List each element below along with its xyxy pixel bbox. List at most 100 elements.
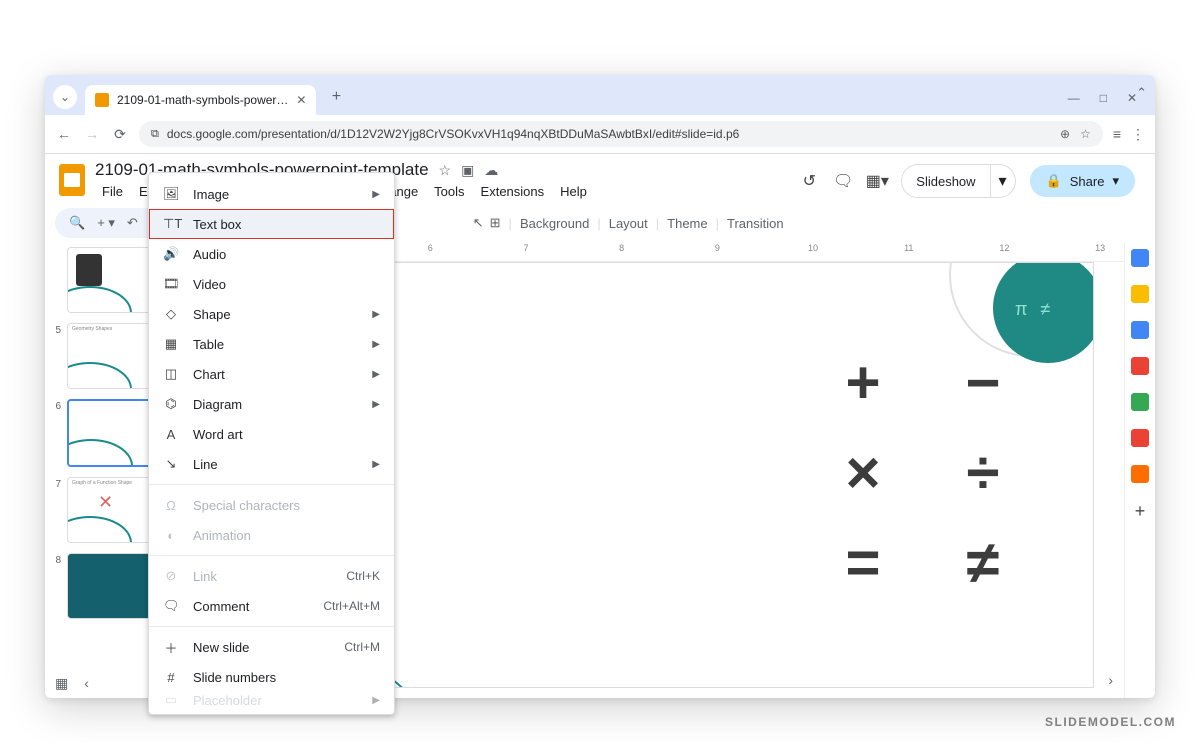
menu-shortcut: Ctrl+M bbox=[344, 640, 380, 654]
submenu-arrow-icon: ▶ bbox=[372, 399, 380, 410]
menu-item-image[interactable]: 🖼Image▶ bbox=[149, 179, 394, 209]
new-tab-button[interactable]: + bbox=[324, 85, 348, 109]
math-symbol[interactable]: − bbox=[965, 353, 1000, 413]
history-icon[interactable]: ↺ bbox=[799, 171, 819, 191]
textbox-tool-icon[interactable]: ⊞ bbox=[490, 215, 501, 231]
math-symbols-grid: + − × ÷ = ≠ bbox=[813, 343, 1033, 603]
comments-icon[interactable]: 🗨 bbox=[833, 171, 853, 191]
sidepanel-app-icon[interactable] bbox=[1131, 285, 1149, 303]
comment-icon: 🗨 bbox=[163, 598, 179, 614]
chart-icon: ◫ bbox=[163, 366, 179, 382]
back-button[interactable]: ← bbox=[55, 126, 73, 142]
math-symbol[interactable]: + bbox=[845, 353, 880, 413]
address-bar[interactable]: ⧉ docs.google.com/presentation/d/1D12V2W… bbox=[139, 121, 1103, 147]
layout-button[interactable]: Layout bbox=[609, 216, 648, 231]
menu-divider bbox=[149, 626, 394, 627]
menu-extensions[interactable]: Extensions bbox=[474, 182, 552, 201]
menu-item-diagram[interactable]: ⌬Diagram▶ bbox=[149, 389, 394, 419]
window-minimize-button[interactable]: — bbox=[1068, 91, 1080, 105]
insert-menu-dropdown[interactable]: ☝ 🖼Image▶⊤TText box🔊Audio🎞Video◇Shape▶▦T… bbox=[148, 172, 395, 715]
lock-icon: 🔒 bbox=[1046, 173, 1062, 189]
slideshow-dropdown[interactable]: ▾ bbox=[990, 165, 1015, 197]
menu-shortcut: Ctrl+K bbox=[346, 569, 380, 583]
menu-item-special-characters: ΩSpecial characters bbox=[149, 490, 394, 520]
menu-item-chart[interactable]: ◫Chart▶ bbox=[149, 359, 394, 389]
math-symbol[interactable]: ≠ bbox=[967, 533, 1000, 593]
tab-close-icon[interactable]: ✕ bbox=[296, 93, 306, 107]
transition-button[interactable]: Transition bbox=[727, 216, 784, 231]
theme-button[interactable]: Theme bbox=[667, 216, 707, 231]
background-button[interactable]: Background bbox=[520, 216, 589, 231]
menu-item-slide-numbers[interactable]: #Slide numbers bbox=[149, 662, 394, 692]
sidepanel-app-icon[interactable]: + bbox=[1135, 501, 1146, 522]
reload-button[interactable]: ⟳ bbox=[111, 126, 129, 143]
audio-icon: 🔊 bbox=[163, 246, 179, 262]
animation-icon: ◐ bbox=[163, 528, 179, 543]
search-menus-icon[interactable]: 🔍 bbox=[69, 215, 85, 231]
move-icon[interactable]: ▣ bbox=[461, 162, 474, 179]
translate-icon[interactable]: ⊕ bbox=[1060, 127, 1070, 141]
menu-item-video[interactable]: 🎞Video bbox=[149, 269, 394, 299]
sidepanel-app-icon[interactable] bbox=[1131, 321, 1149, 339]
menu-item-label: Shape bbox=[193, 307, 231, 322]
menu-tools[interactable]: Tools bbox=[427, 182, 471, 201]
sidepanel-app-icon[interactable] bbox=[1131, 429, 1149, 447]
watermark: SLIDEMODEL.COM bbox=[1045, 715, 1176, 729]
submenu-arrow-icon: ▶ bbox=[372, 189, 380, 200]
slides-logo-icon[interactable] bbox=[59, 164, 85, 196]
link-icon: ⊘ bbox=[163, 568, 179, 584]
menu-item-new-slide[interactable]: ＋New slideCtrl+M bbox=[149, 632, 394, 662]
menu-item-shape[interactable]: ◇Shape▶ bbox=[149, 299, 394, 329]
sidepanel-app-icon[interactable] bbox=[1131, 393, 1149, 411]
forward-button[interactable]: → bbox=[83, 126, 101, 142]
share-button[interactable]: 🔒 Share ▾ bbox=[1030, 165, 1135, 197]
star-icon[interactable]: ☆ bbox=[439, 162, 452, 179]
slides-favicon-icon bbox=[95, 93, 109, 107]
share-dropdown-icon[interactable]: ▾ bbox=[1112, 173, 1119, 189]
undo-icon[interactable]: ↶ bbox=[127, 215, 138, 231]
sidepanel-app-icon[interactable] bbox=[1131, 249, 1149, 267]
menu-help[interactable]: Help bbox=[553, 182, 594, 201]
chrome-menu-icon[interactable]: ⋮ bbox=[1131, 126, 1145, 143]
window-maximize-button[interactable]: □ bbox=[1100, 91, 1107, 105]
menu-item-label: Chart bbox=[193, 367, 225, 382]
url-text: docs.google.com/presentation/d/1D12V2W2Y… bbox=[167, 127, 739, 141]
menu-item-text-box[interactable]: ⊤TText box bbox=[149, 209, 394, 239]
menu-item-label: Video bbox=[193, 277, 226, 292]
menu-item-label: Image bbox=[193, 187, 229, 202]
menu-divider bbox=[149, 484, 394, 485]
new-slide-icon[interactable]: + ▾ bbox=[97, 215, 115, 231]
menu-item-comment[interactable]: 🗨CommentCtrl+Alt+M bbox=[149, 591, 394, 621]
menu-item-word-art[interactable]: AWord art bbox=[149, 419, 394, 449]
sidepanel-app-icon[interactable] bbox=[1131, 357, 1149, 375]
submenu-arrow-icon: ▶ bbox=[372, 459, 380, 470]
cloud-status-icon[interactable]: ☁ bbox=[484, 162, 498, 179]
filmstrip-bottom-controls: ▦ ‹ bbox=[55, 675, 89, 692]
tab-title: 2109-01-math-symbols-power… bbox=[117, 93, 288, 107]
next-slide-icon[interactable]: › bbox=[1108, 672, 1113, 688]
tab-search-button[interactable]: ⌄ bbox=[53, 85, 77, 109]
meet-icon[interactable]: ▦▾ bbox=[867, 171, 887, 191]
cursor-tool-icon[interactable]: ↖ bbox=[473, 215, 484, 231]
prev-slide-icon[interactable]: ‹ bbox=[84, 675, 89, 692]
math-symbol[interactable]: = bbox=[845, 533, 880, 593]
math-symbol[interactable]: × bbox=[845, 443, 880, 503]
chrome-tabstrip: ⌄ 2109-01-math-symbols-power… ✕ + — □ ✕ bbox=[45, 75, 1155, 115]
menu-item-label: Comment bbox=[193, 599, 249, 614]
menu-item-label: Diagram bbox=[193, 397, 242, 412]
bookmark-icon[interactable]: ☆ bbox=[1080, 127, 1091, 141]
sidepanel-app-icon[interactable] bbox=[1131, 465, 1149, 483]
grid-view-icon[interactable]: ▦ bbox=[55, 675, 68, 692]
submenu-arrow-icon: ▶ bbox=[372, 309, 380, 320]
site-info-icon[interactable]: ⧉ bbox=[151, 128, 159, 141]
word-art-icon: A bbox=[163, 427, 179, 442]
menu-item-line[interactable]: ↘Line▶ bbox=[149, 449, 394, 479]
menu-item-audio[interactable]: 🔊Audio bbox=[149, 239, 394, 269]
menu-item-table[interactable]: ▦Table▶ bbox=[149, 329, 394, 359]
math-symbol[interactable]: ÷ bbox=[967, 443, 1000, 503]
collapse-toolbar-icon[interactable]: ⌃ bbox=[1136, 85, 1147, 101]
menu-file[interactable]: File bbox=[95, 182, 130, 201]
browser-tab[interactable]: 2109-01-math-symbols-power… ✕ bbox=[85, 85, 316, 115]
extensions-icon[interactable]: ≡ bbox=[1113, 126, 1121, 142]
slideshow-button[interactable]: Slideshow ▾ bbox=[901, 164, 1015, 198]
